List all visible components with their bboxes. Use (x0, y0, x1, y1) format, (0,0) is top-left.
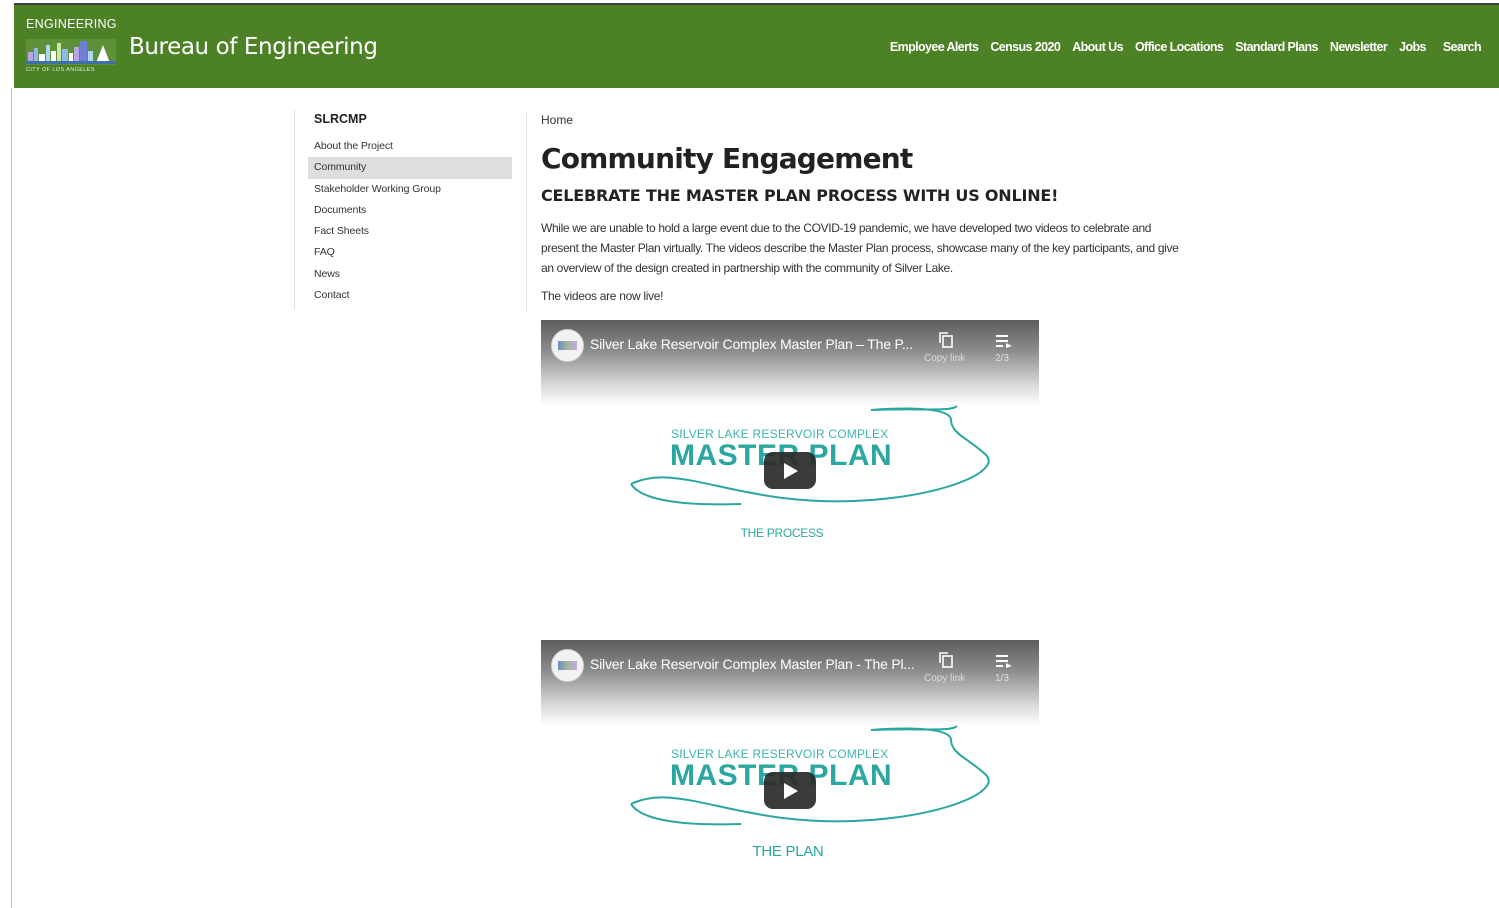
sidebar-item-fact-sheets[interactable]: Fact Sheets (308, 221, 512, 242)
sidebar-menu: About the Project Community Stakeholder … (308, 136, 512, 306)
sidebar-item-documents[interactable]: Documents (308, 200, 512, 221)
intro-paragraph: While we are unable to hold a large even… (541, 221, 1179, 275)
site-title[interactable]: Bureau of Engineering (129, 34, 378, 60)
nav-employee-alerts[interactable]: Employee Alerts (890, 40, 979, 54)
section-subheading: CELEBRATE THE MASTER PLAN PROCESS WITH U… (541, 186, 1059, 205)
copy-link-label[interactable]: Copy link (924, 673, 965, 684)
logo-wordmark: ENGINEERING (26, 17, 117, 31)
engineering-logo[interactable]: ENGINEERING CITY OF LOS ANGELES (26, 17, 117, 75)
copy-link-label[interactable]: Copy link (924, 353, 965, 364)
nav-office-locations[interactable]: Office Locations (1135, 40, 1224, 54)
sidebar-item-news[interactable]: News (308, 264, 512, 285)
page-title: Community Engagement (541, 142, 913, 175)
channel-avatar[interactable] (551, 649, 584, 682)
thumbnail-caption: THE PLAN (752, 843, 824, 860)
playlist-count: 2/3 (995, 353, 1009, 364)
play-button[interactable] (764, 772, 816, 809)
play-button[interactable] (764, 452, 816, 489)
sidebar-title[interactable]: SLRCMP (314, 112, 367, 126)
thumbnail-caption: THE PROCESS (740, 526, 824, 540)
sidebar-item-about-the-project[interactable]: About the Project (308, 136, 512, 157)
top-navigation: Employee Alerts Census 2020 About Us Off… (878, 40, 1482, 54)
channel-avatar[interactable] (551, 329, 584, 362)
logo-subtitle: CITY OF LOS ANGELES (26, 67, 95, 73)
playlist-count: 1/3 (995, 673, 1009, 684)
sidebar-item-stakeholder-working-group[interactable]: Stakeholder Working Group (308, 179, 512, 200)
playlist-icon[interactable] (996, 654, 1012, 668)
breadcrumb[interactable]: Home (541, 113, 573, 127)
nav-search[interactable]: Search (1443, 40, 1482, 54)
sidebar-item-community[interactable]: Community (308, 157, 512, 179)
skyline-icon (26, 39, 116, 65)
content-divider (526, 112, 527, 312)
sidebar-item-faq[interactable]: FAQ (308, 242, 512, 263)
nav-census-2020[interactable]: Census 2020 (990, 40, 1060, 54)
videos-live-text: The videos are now live! (541, 289, 664, 303)
site-header: ENGINEERING CITY OF LOS ANGELES Bureau o… (14, 5, 1499, 88)
nav-about-us[interactable]: About Us (1072, 40, 1123, 54)
video-embed-process[interactable]: Silver Lake Reservoir Complex Master Pla… (541, 320, 1039, 552)
window-left-border (11, 88, 12, 908)
video-title[interactable]: Silver Lake Reservoir Complex Master Pla… (590, 656, 915, 672)
video-embed-plan[interactable]: Silver Lake Reservoir Complex Master Pla… (541, 640, 1039, 872)
playlist-icon[interactable] (996, 334, 1012, 348)
nav-newsletter[interactable]: Newsletter (1330, 40, 1388, 54)
nav-standard-plans[interactable]: Standard Plans (1235, 40, 1318, 54)
sidebar-item-contact[interactable]: Contact (308, 285, 512, 306)
section-sidebar: SLRCMP About the Project Community Stake… (294, 110, 515, 310)
video-title[interactable]: Silver Lake Reservoir Complex Master Pla… (590, 336, 913, 352)
copy-link-icon[interactable] (939, 652, 953, 668)
nav-jobs[interactable]: Jobs (1399, 40, 1426, 54)
copy-link-icon[interactable] (939, 332, 953, 348)
